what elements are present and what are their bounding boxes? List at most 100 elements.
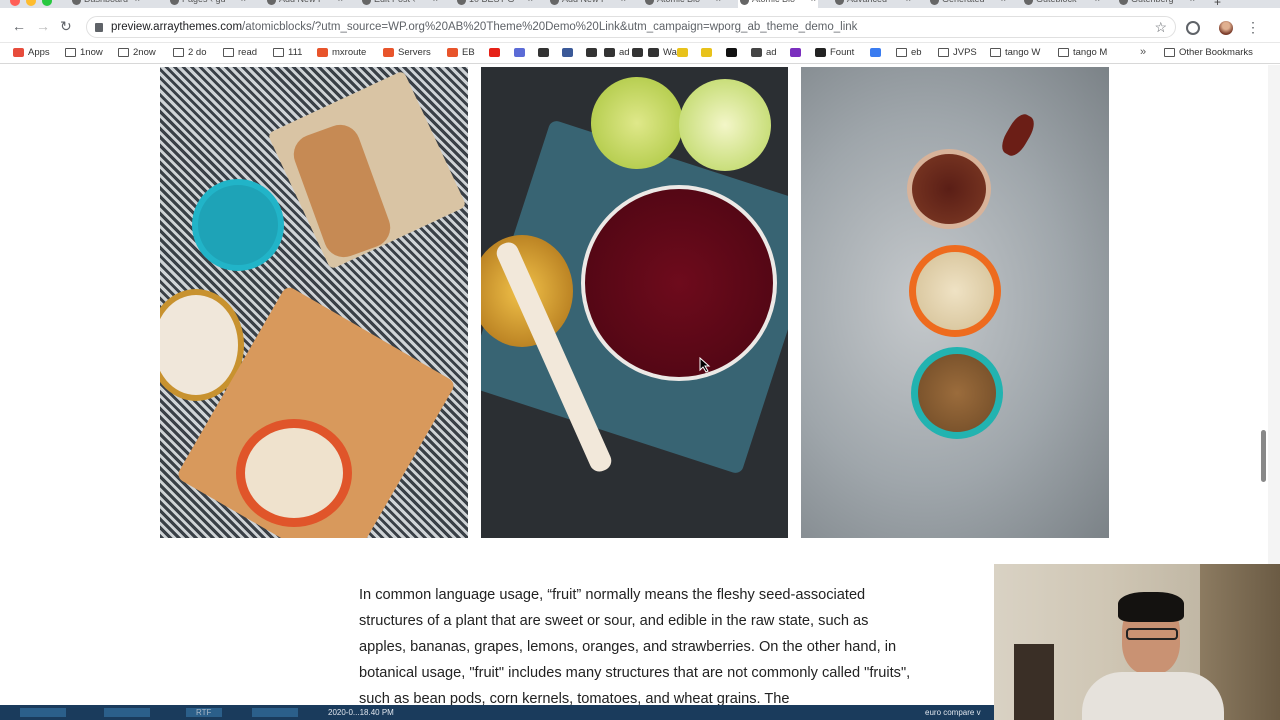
globe-icon [751, 48, 762, 57]
cashew-bowl-shape [909, 245, 1001, 337]
bookmark-label: mxroute [332, 47, 367, 58]
bookmarks-more-icon[interactable]: » [1140, 46, 1146, 58]
gallery-image-bread-hummus[interactable] [160, 67, 468, 538]
gallery-image-tea-honey[interactable] [481, 67, 788, 538]
e-icon [586, 48, 597, 57]
tab-favicon-icon [835, 0, 844, 5]
close-window-dot[interactable] [10, 0, 20, 6]
url-text: preview.arraythemes.com/atomicblocks/?ut… [111, 21, 857, 33]
youtube-icon [489, 48, 500, 57]
bookmark-label: Apps [28, 47, 50, 58]
bookmark-label: tango M [1073, 47, 1108, 58]
tab-label: Advanced [847, 0, 887, 4]
bookmark-item[interactable]: Apps [12, 45, 50, 61]
browser-tab[interactable]: Atomic Blo × [643, 0, 723, 8]
browser-tab[interactable]: Advanced × [833, 0, 913, 8]
bookmark-star-icon[interactable]: ☆ [1154, 19, 1167, 36]
reload-button[interactable]: ↻ [60, 18, 72, 34]
gallery-image-dates-nuts[interactable] [801, 67, 1109, 538]
new-tab-button[interactable]: + [1214, 0, 1221, 8]
bookmark-item[interactable]: Fount [814, 45, 854, 61]
bookmark-item[interactable] [537, 45, 553, 61]
bookmark-item[interactable]: tango W [989, 45, 1040, 61]
bookmark-item[interactable] [631, 45, 647, 61]
bookmark-item[interactable]: 2 do [172, 45, 207, 61]
bookmark-item[interactable]: eb [895, 45, 922, 61]
bookmark-item[interactable] [513, 45, 529, 61]
address-bar[interactable]: preview.arraythemes.com/atomicblocks/?ut… [86, 16, 1176, 38]
link-icon [317, 48, 328, 57]
browser-menu-icon[interactable]: ⋮ [1246, 20, 1260, 34]
profile-avatar[interactable] [1219, 21, 1233, 35]
browser-tab[interactable]: Pages ‹ gu × [168, 0, 248, 8]
tab-label: Atomic Blo [657, 0, 700, 4]
hummus-bowl-shape [236, 419, 352, 527]
browser-tab[interactable]: Generated × [928, 0, 1008, 8]
browser-tab[interactable]: Add New P × [548, 0, 628, 8]
bookmark-item[interactable] [676, 45, 692, 61]
bookmark-item[interactable]: Servers [382, 45, 431, 61]
globe-icon [815, 48, 826, 57]
extension-icon[interactable] [1186, 21, 1200, 35]
browser-tab[interactable]: Add New P × [265, 0, 345, 8]
tab-close-icon[interactable]: × [621, 0, 626, 4]
facebook-icon [562, 48, 573, 57]
forward-button[interactable]: → [36, 18, 50, 34]
browser-tab[interactable]: 10 BEST G × [455, 0, 535, 8]
tab-close-icon[interactable]: × [433, 0, 438, 4]
taskbar-item[interactable] [252, 708, 298, 717]
tab-close-icon[interactable]: × [528, 0, 533, 4]
bookmark-item[interactable]: 1now [64, 45, 103, 61]
presenter-glasses-shape [1126, 628, 1178, 640]
tab-close-icon[interactable]: × [1095, 0, 1100, 4]
bookmark-label: JVPS [953, 47, 977, 58]
bookmark-item[interactable] [561, 45, 577, 61]
bookmark-item[interactable]: read [222, 45, 257, 61]
tab-label: Dashboard [84, 0, 128, 4]
bookmark-item[interactable]: 2now [117, 45, 156, 61]
bookmark-item[interactable] [585, 45, 601, 61]
page-scrollbar-thumb[interactable] [1261, 430, 1266, 482]
maximize-window-dot[interactable] [42, 0, 52, 6]
browser-tab[interactable]: Edit Post ‹ × [360, 0, 440, 8]
tab-label: Guteblock [1036, 0, 1077, 4]
folder-icon [938, 48, 949, 57]
bookmark-item[interactable]: ad [750, 45, 777, 61]
bookmark-item[interactable] [869, 45, 885, 61]
folder-icon [118, 48, 129, 57]
browser-tab[interactable]: Atomic Blo × [738, 0, 818, 8]
bookmark-item[interactable] [488, 45, 504, 61]
tab-close-icon[interactable]: × [338, 0, 343, 4]
tab-close-icon[interactable]: × [241, 0, 246, 4]
tab-close-icon[interactable]: × [811, 0, 816, 4]
tab-close-icon[interactable]: × [135, 0, 140, 4]
square-icon [726, 48, 737, 57]
bookmark-item[interactable]: tango M [1057, 45, 1107, 61]
bookmark-item[interactable]: mxroute [316, 45, 366, 61]
other-bookmarks[interactable]: Other Bookmarks [1163, 45, 1253, 61]
bookmark-item[interactable] [700, 45, 716, 61]
browser-tab[interactable]: Guteblock × [1022, 0, 1102, 8]
tea-cup-shape [581, 185, 777, 381]
tab-close-icon[interactable]: × [906, 0, 911, 4]
folder-icon [173, 48, 184, 57]
folder-icon [1058, 48, 1069, 57]
lock-icon [95, 23, 103, 32]
bookmark-item[interactable]: ad [603, 45, 630, 61]
tab-close-icon[interactable]: × [716, 0, 721, 4]
minimize-window-dot[interactable] [26, 0, 36, 6]
bookmark-item[interactable]: 111 [272, 45, 302, 61]
browser-tab[interactable]: Dashboard × [70, 0, 142, 8]
tab-favicon-icon [170, 0, 179, 5]
bookmark-item[interactable] [725, 45, 741, 61]
bookmark-item[interactable]: JVPS [937, 45, 977, 61]
bookmark-item[interactable]: EB [446, 45, 475, 61]
taskbar-item[interactable] [104, 708, 150, 717]
bookmark-item[interactable] [789, 45, 805, 61]
tab-close-icon[interactable]: × [1190, 0, 1195, 4]
taskbar-item[interactable] [20, 708, 66, 717]
browser-tab[interactable]: Gutenberg × [1117, 0, 1197, 8]
back-button[interactable]: ← [12, 18, 26, 34]
tab-close-icon[interactable]: × [1001, 0, 1006, 4]
tab-favicon-icon [645, 0, 654, 5]
